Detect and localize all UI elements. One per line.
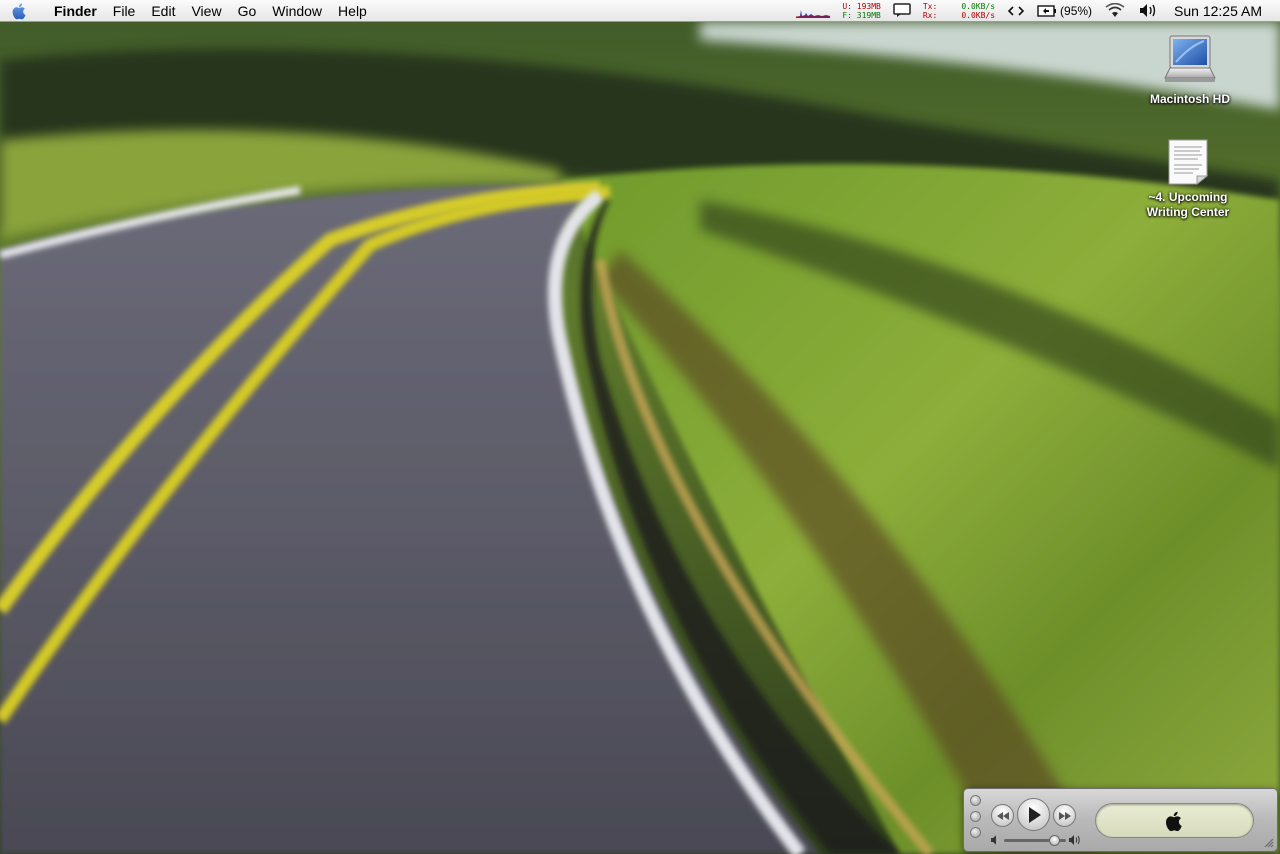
desktop-icon-label: ~4. Upcoming Writing Center xyxy=(1146,190,1230,219)
itunes-mini-player[interactable] xyxy=(963,788,1278,852)
play-button[interactable] xyxy=(1017,798,1050,831)
menu-bar: Finder File Edit View Go Window Help U: … xyxy=(0,0,1280,22)
previous-track-button[interactable] xyxy=(991,804,1014,827)
close-button[interactable] xyxy=(970,795,981,806)
cpu-graph-menu-extra[interactable] xyxy=(790,0,836,22)
tx-value: 0.0KB/s xyxy=(961,1,996,11)
desktop-icon-writing-center-doc[interactable]: ~4. Upcoming Writing Center xyxy=(1133,138,1243,220)
play-icon xyxy=(1028,806,1041,823)
cpu-graph-icon xyxy=(796,9,831,18)
window-controls xyxy=(970,795,981,838)
menu-go[interactable]: Go xyxy=(230,0,265,22)
menu-window[interactable]: Window xyxy=(264,0,330,22)
memory-menu-extra[interactable]: U: 193MB F: 319MB xyxy=(836,0,887,22)
desktop-wallpaper xyxy=(0,0,1280,854)
laptop-drive-icon xyxy=(1164,35,1216,82)
battery-icon xyxy=(1037,4,1057,17)
menu-edit[interactable]: Edit xyxy=(143,0,183,22)
menu-view[interactable]: View xyxy=(183,0,229,22)
speaker-volume-icon xyxy=(1140,4,1156,17)
rx-value: 0.0KB/s xyxy=(961,10,996,20)
desktop-icon-label: Macintosh HD xyxy=(1149,92,1230,106)
menu-app-finder[interactable]: Finder xyxy=(40,0,105,22)
rx-label: Rx: xyxy=(922,10,938,20)
menubar-clock[interactable]: Sun 12:25 AM xyxy=(1164,3,1280,19)
apple-logo-icon xyxy=(1165,811,1182,831)
battery-percent: (95%) xyxy=(1060,3,1093,18)
minimize-button[interactable] xyxy=(970,811,981,822)
menu-file[interactable]: File xyxy=(105,0,144,22)
ichat-status-icon xyxy=(893,3,911,17)
memory-free: F: 319MB xyxy=(842,10,881,20)
airport-menu-extra[interactable] xyxy=(1098,0,1132,22)
volume-menu-extra[interactable] xyxy=(1132,0,1164,22)
volume-control xyxy=(990,833,1080,847)
memory-used: U: 193MB xyxy=(842,1,881,11)
resize-grip-icon[interactable] xyxy=(1264,838,1274,848)
tx-label: Tx: xyxy=(922,1,938,11)
wifi-icon xyxy=(1105,3,1125,17)
now-playing-display[interactable] xyxy=(1095,803,1254,838)
volume-slider-thumb[interactable] xyxy=(1049,835,1061,846)
chat-menu-extra[interactable] xyxy=(887,0,917,22)
zoom-button[interactable] xyxy=(970,827,981,838)
menu-help[interactable]: Help xyxy=(330,0,375,22)
apple-menu-icon[interactable] xyxy=(0,0,40,22)
network-menu-extra[interactable]: Tx: 0.0KB/s Rx: 0.0KB/s xyxy=(917,0,1001,22)
fast-forward-icon xyxy=(1058,811,1071,820)
volume-low-icon xyxy=(991,835,996,845)
volume-high-icon xyxy=(1069,835,1080,845)
text-document-icon xyxy=(1168,139,1209,186)
rewind-icon xyxy=(996,811,1009,820)
next-track-button[interactable] xyxy=(1053,804,1076,827)
desktop-icon-macintosh-hd[interactable]: Macintosh HD xyxy=(1135,32,1245,107)
script-menu-extra[interactable] xyxy=(1001,0,1031,22)
code-brackets-icon xyxy=(1007,5,1025,16)
battery-menu-extra[interactable]: (95%) xyxy=(1031,0,1098,22)
